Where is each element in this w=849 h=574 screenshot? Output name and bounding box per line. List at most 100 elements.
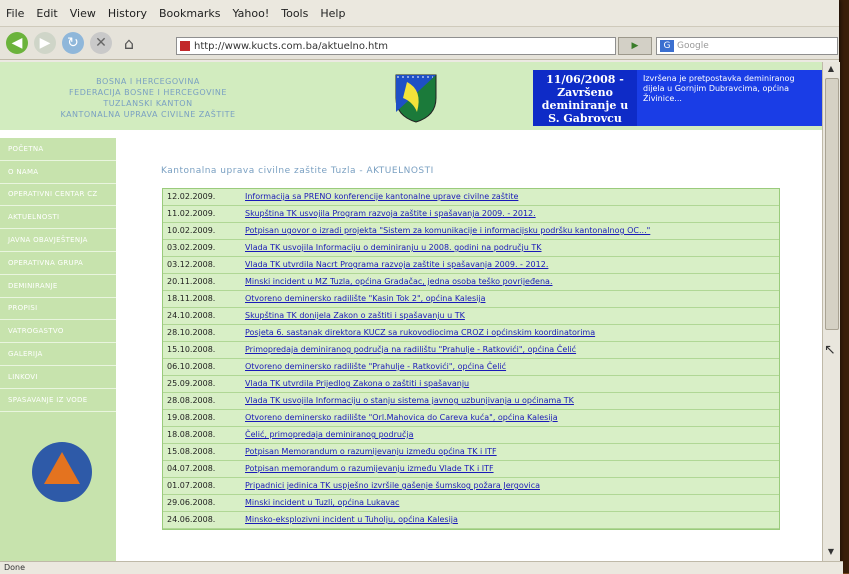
- news-row: 28.08.2008. Vlada TK usvojila Informaciju…: [163, 393, 779, 410]
- news-row: 06.10.2008. Otvoreno deminersko radilište…: [163, 359, 779, 376]
- news-link[interactable]: Minski incident u MZ Tuzla, općina Grada…: [241, 274, 779, 290]
- news-row: 28.10.2008. Posjeta 6. sastanak direktora…: [163, 325, 779, 342]
- news-date: 03.12.2008.: [167, 260, 216, 269]
- news-date: 18.11.2008.: [167, 294, 216, 303]
- news-date: 10.02.2009.: [167, 226, 216, 235]
- news-date: 04.07.2008.: [167, 464, 216, 473]
- news-link[interactable]: Vlada TK utvrdila Nacrt Programa razvoja…: [241, 257, 779, 273]
- menu-item-edit[interactable]: Edit: [30, 7, 63, 20]
- header-line: FEDERACIJA BOSNE I HERCEGOVINE: [69, 88, 227, 97]
- news-date: 12.02.2009.: [167, 192, 216, 201]
- news-link[interactable]: Otvoreno deminersko radilište "Orl.Mahov…: [241, 410, 779, 426]
- news-date: 15.08.2008.: [167, 447, 216, 456]
- news-date: 20.11.2008.: [167, 277, 216, 286]
- menu-item-help[interactable]: Help: [314, 7, 351, 20]
- news-link[interactable]: Posjeta 6. sastanak direktora KUCZ sa ru…: [241, 325, 779, 341]
- news-link[interactable]: Vlada TK utvrdila Prijedlog Zakona o zaš…: [241, 376, 779, 392]
- sidebar-item[interactable]: VATROGASTVO: [0, 320, 116, 344]
- sidebar-item[interactable]: POČETNA: [0, 138, 116, 161]
- coat-of-arms-icon: [395, 74, 437, 123]
- menu-bar: File Edit View History Bookmarks Yahoo! Tools H…: [0, 0, 839, 27]
- forward-button[interactable]: ▶: [34, 32, 56, 54]
- sidebar-item[interactable]: DEMINIRANJE: [0, 275, 116, 298]
- page-title: Kantonalna uprava civilne zaštite Tuzla …: [161, 166, 434, 176]
- back-button[interactable]: ◀: [6, 32, 28, 54]
- sidebar-item[interactable]: GALERIJA: [0, 343, 116, 366]
- sidebar-item[interactable]: PROPISI: [0, 298, 116, 321]
- main-panel: Kantonalna uprava civilne zaštite Tuzla …: [116, 138, 822, 561]
- news-date: 24.10.2008.: [167, 311, 216, 320]
- scroll-up-icon[interactable]: ▲: [825, 64, 837, 76]
- menu-item-bookmarks[interactable]: Bookmarks: [153, 7, 226, 20]
- news-ticker-headline[interactable]: 11/06/2008 - Završeno deminiranje u S. G…: [533, 70, 637, 126]
- news-date: 01.07.2008.: [167, 481, 216, 490]
- news-date: 28.10.2008.: [167, 328, 216, 337]
- reload-button[interactable]: ↻: [62, 32, 84, 54]
- news-ticker[interactable]: 11/06/2008 - Završeno deminiranje u S. G…: [533, 70, 822, 126]
- mouse-cursor-icon: ↖: [824, 342, 836, 358]
- news-link[interactable]: Otvoreno deminersko radilište "Kasin Tok…: [241, 291, 779, 307]
- news-ticker-text: Izvršena je pretpostavka deminiranog dij…: [643, 74, 795, 103]
- menu-item-file[interactable]: File: [0, 7, 30, 20]
- sidebar-item[interactable]: OPERATIVNI CENTAR CZ: [0, 184, 116, 207]
- news-link[interactable]: Vlada TK usvojila Informaciju o deminira…: [241, 240, 779, 256]
- news-row: 01.07.2008. Pripadnici jedinica TK uspješ…: [163, 478, 779, 495]
- news-row: 15.08.2008. Potpisan Memorandum o razumij…: [163, 444, 779, 461]
- menu-item-yahoo[interactable]: Yahoo!: [226, 7, 275, 20]
- news-list: 12.02.2009. Informacija sa PRENO konferen…: [162, 188, 780, 530]
- news-link[interactable]: Skupština TK donijela Zakon o zaštiti i …: [241, 308, 779, 324]
- go-button[interactable]: ▶: [618, 37, 652, 55]
- news-date: 24.06.2008.: [167, 515, 216, 524]
- sidebar-item[interactable]: SPASAVANJE IZ VODE: [0, 389, 116, 412]
- news-date: 18.08.2008.: [167, 430, 216, 439]
- sidebar-item[interactable]: OPERATIVNA GRUPA: [0, 252, 116, 275]
- sidebar-item[interactable]: AKTUELNOSTI: [0, 206, 116, 230]
- news-link[interactable]: Skupština TK usvojila Program razvoja za…: [241, 206, 779, 222]
- news-link[interactable]: Pripadnici jedinica TK uspješno izvršile…: [241, 478, 779, 494]
- news-row: 20.11.2008. Minski incident u MZ Tuzla, o…: [163, 274, 779, 291]
- google-icon: G: [660, 40, 674, 52]
- menu-item-view[interactable]: View: [64, 7, 102, 20]
- news-link[interactable]: Informacija sa PRENO konferencije kanton…: [241, 189, 779, 205]
- sidebar-item[interactable]: JAVNA OBAVJEŠTENJA: [0, 229, 116, 252]
- url-bar[interactable]: http://www.kucts.com.ba/aktuelno.htm: [176, 37, 616, 55]
- news-row: 18.11.2008. Otvoreno deminersko radilište…: [163, 291, 779, 308]
- vertical-scrollbar[interactable]: ▲ ▼: [822, 62, 840, 561]
- civil-protection-logo-icon: [32, 442, 92, 502]
- news-row: 03.12.2008. Vlada TK utvrdila Nacrt Progr…: [163, 257, 779, 274]
- news-row: 15.10.2008. Primopredaja deminiranog podr…: [163, 342, 779, 359]
- sidebar-item[interactable]: O NAMA: [0, 161, 116, 184]
- news-link[interactable]: Otvoreno deminersko radilište "Prahulje …: [241, 359, 779, 375]
- news-link[interactable]: Potpisan memorandum o razumijevanju izme…: [241, 461, 779, 477]
- news-link[interactable]: Minski incident u Tuzli, općina Lukavac: [241, 495, 779, 511]
- search-input[interactable]: G Google: [656, 37, 838, 55]
- menu-item-history[interactable]: History: [102, 7, 153, 20]
- header-line: TUZLANSKI KANTON: [103, 99, 193, 108]
- news-link[interactable]: Potpisan Memorandum o razumijevanju izme…: [241, 444, 779, 460]
- news-link[interactable]: Čelić, primopredaja deminiranog područja: [241, 427, 779, 443]
- news-link[interactable]: Potpisan ugovor o izradi projekta "Siste…: [241, 223, 779, 239]
- url-text: http://www.kucts.com.ba/aktuelno.htm: [194, 40, 389, 52]
- news-date: 25.09.2008.: [167, 379, 216, 388]
- news-link[interactable]: Primopredaja deminiranog područja na rad…: [241, 342, 779, 358]
- scrollbar-thumb[interactable]: [825, 78, 839, 330]
- menu-item-tools[interactable]: Tools: [275, 7, 314, 20]
- scroll-down-icon[interactable]: ▼: [825, 547, 837, 559]
- home-button[interactable]: ⌂: [118, 32, 140, 54]
- search-placeholder: Google: [677, 41, 709, 51]
- sidebar-item[interactable]: LINKOVI: [0, 366, 116, 389]
- news-date: 06.10.2008.: [167, 362, 216, 371]
- site-header: BOSNA I HERCEGOVINA FEDERACIJA BOSNE I H…: [0, 62, 822, 130]
- news-link[interactable]: Vlada TK usvojila Informaciju o stanju s…: [241, 393, 779, 409]
- header-title: BOSNA I HERCEGOVINA FEDERACIJA BOSNE I H…: [18, 76, 278, 120]
- news-row: 29.06.2008. Minski incident u Tuzli, opći…: [163, 495, 779, 512]
- status-text: Done: [4, 563, 26, 572]
- news-date: 29.06.2008.: [167, 498, 216, 507]
- stop-button[interactable]: ✕: [90, 32, 112, 54]
- news-row: 12.02.2009. Informacija sa PRENO konferen…: [163, 189, 779, 206]
- news-row: 10.02.2009. Potpisan ugovor o izradi proj…: [163, 223, 779, 240]
- news-row: 04.07.2008. Potpisan memorandum o razumij…: [163, 461, 779, 478]
- news-date: 15.10.2008.: [167, 345, 216, 354]
- news-link[interactable]: Minsko-eksplozivni incident u Tuholju, o…: [241, 512, 779, 528]
- status-bar: Done: [0, 561, 843, 574]
